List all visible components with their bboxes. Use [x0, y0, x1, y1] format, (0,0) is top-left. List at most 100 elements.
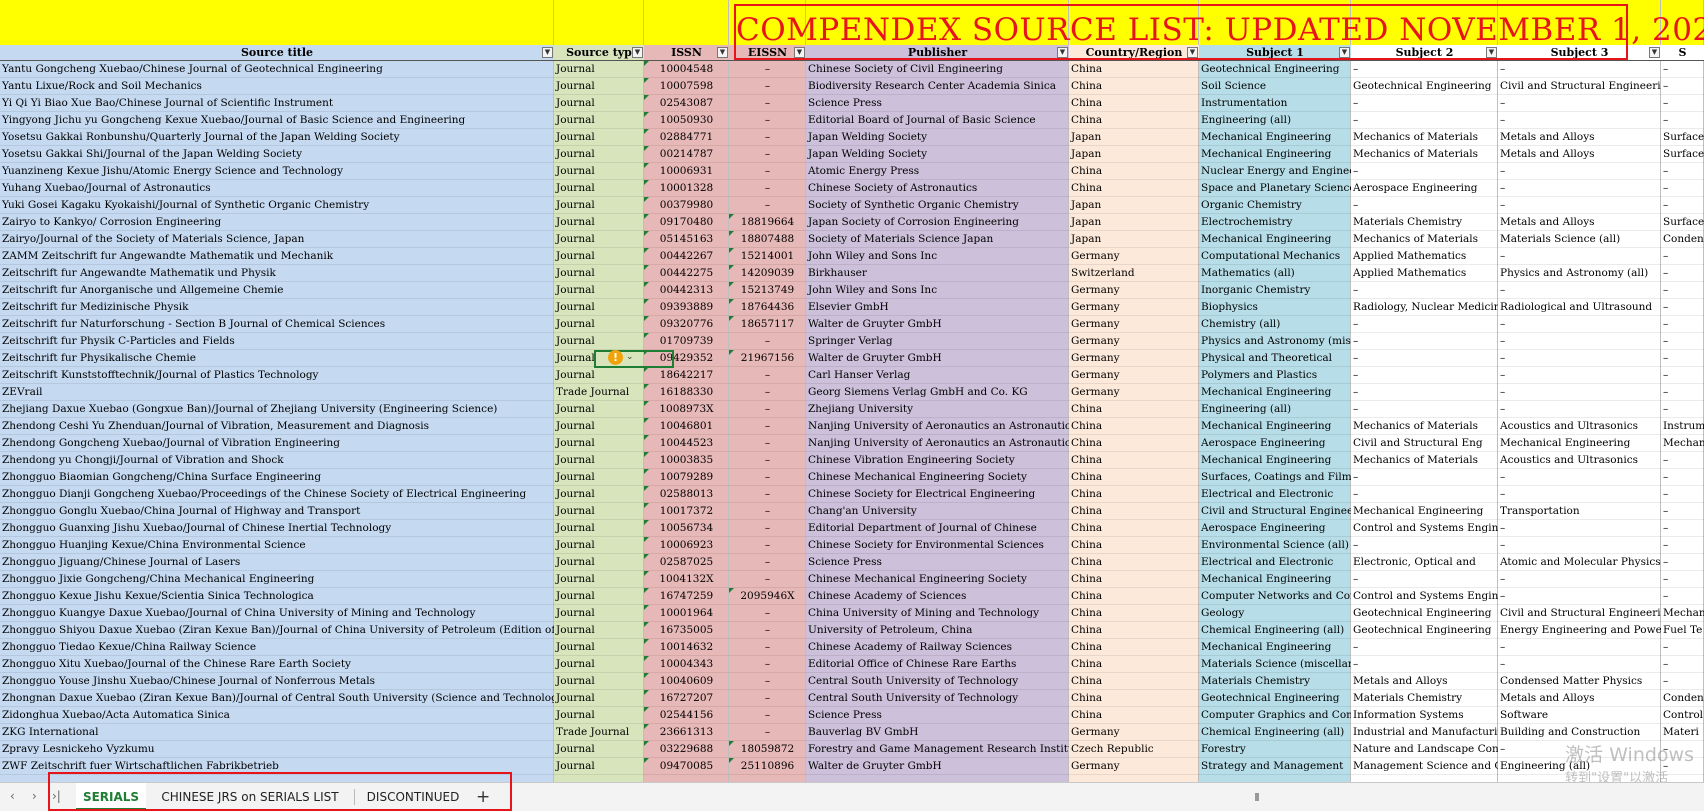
table-cell-s4[interactable]: Mechan — [1661, 435, 1704, 452]
table-cell-publisher[interactable]: Walter de Gruyter GmbH — [806, 316, 1069, 333]
table-cell-country[interactable]: China — [1069, 61, 1199, 78]
table-cell-s4[interactable]: – — [1661, 452, 1704, 469]
table-cell-publisher[interactable]: Japan Welding Society — [806, 129, 1069, 146]
table-cell-s2[interactable]: Mechanics of Materials — [1351, 146, 1498, 163]
table-cell-title[interactable]: Yosetsu Gakkai Ronbunshu/Quarterly Journ… — [0, 129, 554, 146]
filter-dropdown-icon[interactable]: ▼ — [542, 47, 553, 58]
table-cell-publisher[interactable]: Chinese Vibration Engineering Society — [806, 452, 1069, 469]
table-cell-eissn[interactable]: – — [729, 503, 806, 520]
table-cell-s4[interactable]: Instrum — [1661, 418, 1704, 435]
table-cell-publisher[interactable]: Nanjing University of Aeronautics an Ast… — [806, 435, 1069, 452]
table-cell-type[interactable]: Journal — [554, 112, 644, 129]
table-cell-title[interactable]: Yantu Lixue/Rock and Soil Mechanics — [0, 78, 554, 95]
table-cell-s3[interactable]: – — [1498, 384, 1661, 401]
table-cell-s2[interactable]: Materials Chemistry — [1351, 690, 1498, 707]
table-cell-title[interactable]: Yantu Gongcheng Xuebao/Chinese Journal o… — [0, 61, 554, 78]
table-cell-title[interactable]: ZAMM Zeitschrift fur Angewandte Mathemat… — [0, 248, 554, 265]
table-cell-s4[interactable]: – — [1661, 401, 1704, 418]
table-cell-country[interactable]: China — [1069, 571, 1199, 588]
table-cell-s2[interactable]: – — [1351, 163, 1498, 180]
table-cell-s4[interactable]: Condens — [1661, 690, 1704, 707]
table-cell-country[interactable]: China — [1069, 401, 1199, 418]
table-cell-country[interactable]: China — [1069, 163, 1199, 180]
table-cell-eissn[interactable]: – — [729, 435, 806, 452]
table-cell-publisher[interactable]: Central South University of Technology — [806, 690, 1069, 707]
table-cell-title[interactable]: Zeitschrift fur Medizinische Physik — [0, 299, 554, 316]
table-cell-issn[interactable]: 09470085 — [644, 758, 729, 775]
table-cell-publisher[interactable]: Society of Materials Science Japan — [806, 231, 1069, 248]
table-cell-s4[interactable]: – — [1661, 350, 1704, 367]
table-cell-country[interactable]: China — [1069, 554, 1199, 571]
table-cell-s1[interactable]: Civil and Structural Engineering — [1199, 503, 1351, 520]
table-cell-publisher[interactable]: Bauverlag BV GmbH — [806, 724, 1069, 741]
table-cell-s4[interactable]: – — [1661, 384, 1704, 401]
table-cell-title[interactable]: Zidonghua Xuebao/Acta Automatica Sinica — [0, 707, 554, 724]
table-cell-s1[interactable]: Chemical Engineering (all) — [1199, 622, 1351, 639]
table-cell-s4[interactable]: – — [1661, 265, 1704, 282]
table-cell-title[interactable]: Zhongguo Kexue Jishu Kexue/Scientia Sini… — [0, 588, 554, 605]
table-cell-eissn[interactable]: 14209039 — [729, 265, 806, 282]
table-cell-publisher[interactable]: Walter de Gruyter GmbH — [806, 758, 1069, 775]
table-cell-publisher[interactable]: Zhejiang University — [806, 401, 1069, 418]
table-cell-eissn[interactable]: – — [729, 418, 806, 435]
table-cell-s3[interactable]: – — [1498, 401, 1661, 418]
table-cell-publisher[interactable]: Georg Siemens Verlag GmbH and Co. KG — [806, 384, 1069, 401]
table-cell-country[interactable]: China — [1069, 707, 1199, 724]
table-cell-publisher[interactable]: Walter de Gruyter GmbH — [806, 350, 1069, 367]
table-cell-title[interactable]: Zeitschrift fur Naturforschung - Section… — [0, 316, 554, 333]
table-cell-s2[interactable]: Mechanics of Materials — [1351, 231, 1498, 248]
table-cell-issn[interactable]: 10007598 — [644, 78, 729, 95]
table-cell-s2[interactable]: – — [1351, 316, 1498, 333]
table-cell-publisher[interactable]: Science Press — [806, 95, 1069, 112]
table-cell-title[interactable]: Zhongguo Jiguang/Chinese Journal of Lase… — [0, 554, 554, 571]
table-cell-publisher[interactable]: John Wiley and Sons Inc — [806, 282, 1069, 299]
table-cell-country[interactable]: Japan — [1069, 231, 1199, 248]
table-cell-s2[interactable]: – — [1351, 537, 1498, 554]
table-cell-type[interactable]: Journal — [554, 707, 644, 724]
table-cell-publisher[interactable]: Chinese Society of Astronautics — [806, 180, 1069, 197]
table-cell-s2[interactable]: Radiology, Nuclear Medicine — [1351, 299, 1498, 316]
table-cell-type[interactable]: Trade Journal — [554, 384, 644, 401]
table-cell-type[interactable]: Journal — [554, 656, 644, 673]
table-cell-title[interactable]: Yuanzineng Kexue Jishu/Atomic Energy Sci… — [0, 163, 554, 180]
table-cell-issn[interactable]: 23661313 — [644, 724, 729, 741]
table-cell-s2[interactable]: – — [1351, 384, 1498, 401]
table-cell-eissn[interactable]: – — [729, 384, 806, 401]
table-cell-issn[interactable]: 02588013 — [644, 486, 729, 503]
table-cell-s1[interactable]: Computer Networks and Communications — [1199, 588, 1351, 605]
table-cell-s2[interactable]: Control and Systems Engineering — [1351, 520, 1498, 537]
table-cell-eissn[interactable]: – — [729, 724, 806, 741]
table-cell-s4[interactable]: – — [1661, 282, 1704, 299]
table-cell-s4[interactable]: – — [1661, 469, 1704, 486]
table-cell-type[interactable]: Journal — [554, 673, 644, 690]
table-cell-issn[interactable]: 09320776 — [644, 316, 729, 333]
table-cell-s1[interactable]: Aerospace Engineering — [1199, 520, 1351, 537]
table-cell-type[interactable]: Journal — [554, 231, 644, 248]
table-cell-s2[interactable]: Geotechnical Engineering — [1351, 605, 1498, 622]
table-cell-publisher[interactable]: John Wiley and Sons Inc — [806, 248, 1069, 265]
table-cell-s4[interactable]: – — [1661, 367, 1704, 384]
table-cell-s4[interactable]: Mechan — [1661, 605, 1704, 622]
table-cell-s1[interactable]: Materials Chemistry — [1199, 673, 1351, 690]
table-cell-s3[interactable]: Metals and Alloys — [1498, 129, 1661, 146]
table-cell-publisher[interactable]: China University of Mining and Technolog… — [806, 605, 1069, 622]
table-cell-issn[interactable]: 03229688 — [644, 741, 729, 758]
table-cell-country[interactable]: China — [1069, 520, 1199, 537]
table-cell-s3[interactable]: Materials Science (all) — [1498, 231, 1661, 248]
table-cell-s4[interactable]: – — [1661, 639, 1704, 656]
table-cell-type[interactable]: Journal — [554, 78, 644, 95]
table-cell-s2[interactable]: – — [1351, 197, 1498, 214]
table-cell-type[interactable]: Journal — [554, 316, 644, 333]
table-cell-publisher[interactable]: Chinese Society for Environmental Scienc… — [806, 537, 1069, 554]
table-cell-s3[interactable]: Civil and Structural Engineering — [1498, 605, 1661, 622]
table-cell-eissn[interactable]: 15214001 — [729, 248, 806, 265]
table-cell-s3[interactable]: – — [1498, 180, 1661, 197]
table-cell-title[interactable]: Zeitschrift fur Anorganische und Allgeme… — [0, 282, 554, 299]
table-cell-publisher[interactable]: Japan Society of Corrosion Engineering — [806, 214, 1069, 231]
table-cell-issn[interactable]: 10006923 — [644, 537, 729, 554]
table-cell-s1[interactable]: Organic Chemistry — [1199, 197, 1351, 214]
table-cell-s2[interactable]: Aerospace Engineering — [1351, 180, 1498, 197]
table-cell-eissn[interactable]: 18059872 — [729, 741, 806, 758]
table-cell-s4[interactable]: Fuel Te — [1661, 622, 1704, 639]
column-header-issn[interactable]: ISSN ▼ — [644, 45, 729, 61]
